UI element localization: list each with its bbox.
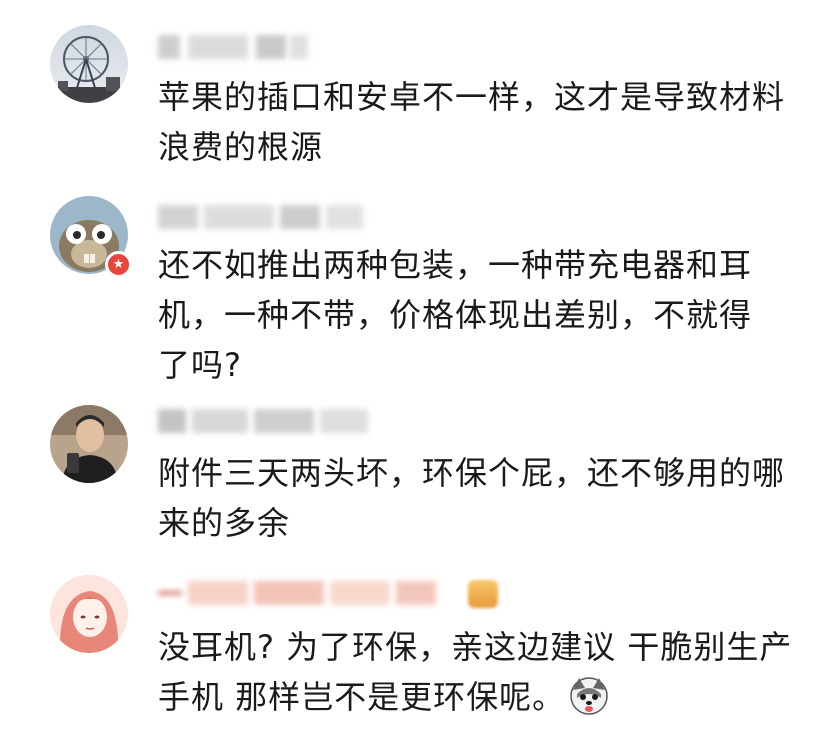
- person-avatar-icon: [50, 405, 128, 483]
- comment-text-content: 没耳机? 为了环保，亲这边建议 干脆别生产手机 那样岂不是更环保呢。: [158, 628, 793, 716]
- avatar[interactable]: [50, 25, 128, 103]
- comment-text: 附件三天两头坏，环保个屁，还不够用的哪来的多余: [158, 454, 786, 542]
- husky-dog-emoji-icon: [570, 677, 608, 715]
- avatar[interactable]: [50, 575, 128, 653]
- username-blurred[interactable]: [158, 32, 308, 62]
- ferris-wheel-avatar-icon: [50, 25, 128, 103]
- username-blurred[interactable]: [158, 406, 368, 436]
- illustrated-girl-avatar-icon: [50, 575, 128, 653]
- comment-text: 苹果的插口和安卓不一样，这才是导致材料浪费的根源: [158, 78, 786, 166]
- username-blurred[interactable]: [158, 578, 468, 608]
- comment-text: 没耳机? 为了环保，亲这边建议 干脆别生产手机 那样岂不是更环保呢。: [158, 622, 798, 722]
- vip-level-icon: [468, 580, 498, 608]
- comment-text: 还不如推出两种包装，一种带充电器和耳机，一种不带，价格体现出差别，不就得了吗?: [158, 246, 753, 384]
- avatar[interactable]: [50, 405, 128, 483]
- username-blurred[interactable]: [158, 202, 363, 232]
- verified-badge-icon: ★: [105, 251, 132, 278]
